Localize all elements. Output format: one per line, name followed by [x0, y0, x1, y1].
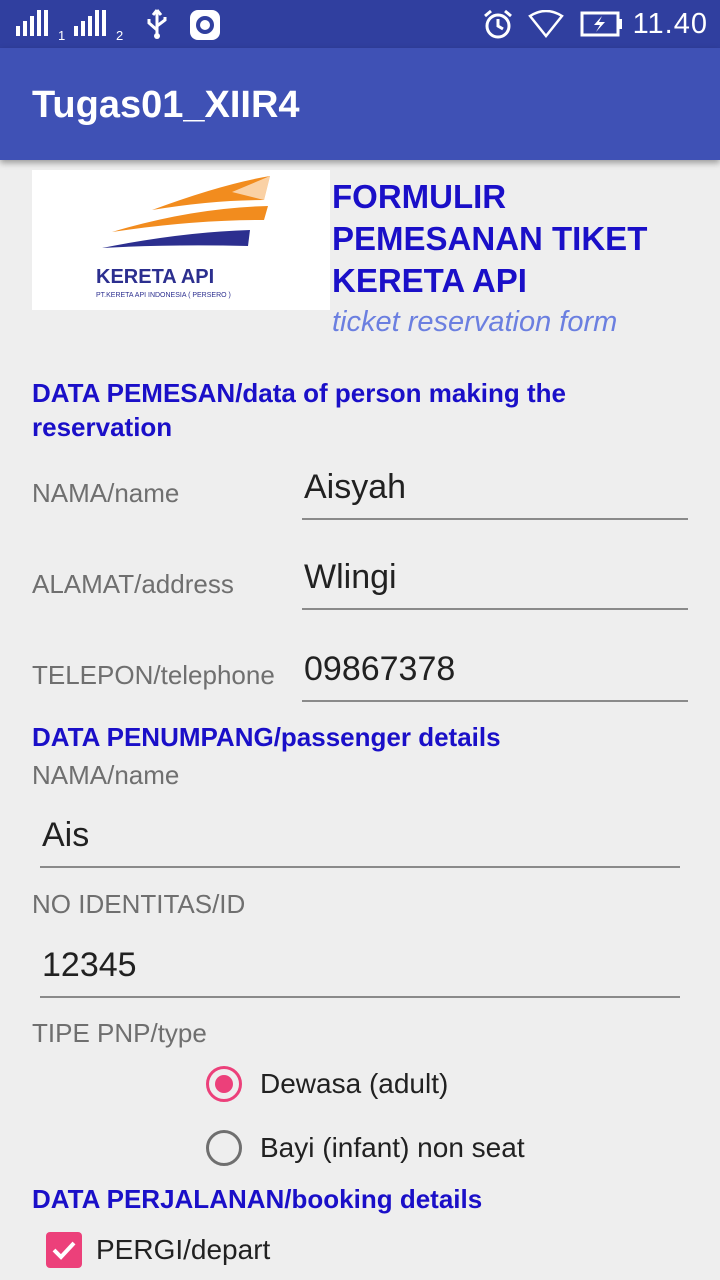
- alarm-icon: [484, 9, 512, 39]
- signal-sim1-icon: [16, 10, 48, 36]
- screen-record-icon: [190, 10, 220, 40]
- usb-icon: [147, 9, 167, 39]
- depart-checkbox-row[interactable]: PERGI/depart: [46, 1232, 270, 1268]
- form-title-line3: KERETA API: [332, 262, 527, 299]
- section-heading-perjalanan: DATA PERJALANAN/booking details: [32, 1184, 483, 1214]
- sim2-number: 2: [116, 28, 124, 43]
- pemesan-phone-input[interactable]: 09867378: [302, 650, 688, 702]
- wifi-icon: [528, 10, 564, 38]
- clock: 11.40: [632, 8, 708, 40]
- form-title-line2: PEMESANAN TIKET: [332, 220, 648, 257]
- kereta-api-logo: KERETA API PT.KERETA API INDONESIA ( PER…: [32, 170, 330, 310]
- pemesan-name-label: NAMA/name: [32, 478, 180, 508]
- check-icon: [52, 1241, 76, 1260]
- penumpang-name-label: NAMA/name: [32, 760, 180, 790]
- section-heading-penumpang: DATA PENUMPANG/passenger details: [32, 722, 501, 752]
- penumpang-type-label: TIPE PNP/type: [32, 1018, 207, 1048]
- sim1-number: 1: [58, 28, 66, 43]
- form-content[interactable]: KERETA API PT.KERETA API INDONESIA ( PER…: [0, 160, 720, 1280]
- penumpang-id-input[interactable]: 12345: [40, 946, 680, 998]
- train-logo-icon: [102, 176, 270, 248]
- radio-bayi[interactable]: Bayi (infant) non seat: [206, 1130, 525, 1166]
- logo-brand: KERETA API: [96, 266, 215, 288]
- form-title-line1: FORMULIR: [332, 178, 507, 215]
- form-subtitle: ticket reservation form: [332, 306, 618, 338]
- pemesan-address-label: ALAMAT/address: [32, 569, 234, 599]
- radio-dewasa[interactable]: Dewasa (adult): [206, 1066, 448, 1102]
- depart-label[interactable]: PERGI/depart: [96, 1234, 270, 1266]
- pemesan-phone-label: TELEPON/telephone: [32, 660, 275, 690]
- form-title: FORMULIR PEMESANAN TIKET KERETA API: [332, 176, 712, 302]
- app-bar: Tugas01_XIIR4: [0, 48, 720, 160]
- status-bar: 1 2 11.40: [0, 0, 720, 48]
- logo-subtext: PT.KERETA API INDONESIA ( PERSERO ): [96, 292, 231, 299]
- pemesan-name-input[interactable]: Aisyah: [302, 468, 688, 520]
- penumpang-name-input[interactable]: Ais: [40, 816, 680, 868]
- radio-dewasa-button[interactable]: [206, 1066, 242, 1102]
- radio-bayi-label[interactable]: Bayi (infant) non seat: [260, 1132, 525, 1164]
- app-title: Tugas01_XIIR4: [32, 84, 300, 126]
- battery-charging-icon: [580, 11, 622, 37]
- radio-bayi-button[interactable]: [206, 1130, 242, 1166]
- penumpang-id-label: NO IDENTITAS/ID: [32, 889, 246, 919]
- pemesan-address-input[interactable]: Wlingi: [302, 558, 688, 610]
- section-heading-pemesan: DATA PEMESAN/data of person making the r…: [32, 378, 567, 442]
- radio-dewasa-label[interactable]: Dewasa (adult): [260, 1068, 448, 1100]
- signal-sim2-icon: [74, 10, 106, 36]
- depart-checkbox[interactable]: [46, 1232, 82, 1268]
